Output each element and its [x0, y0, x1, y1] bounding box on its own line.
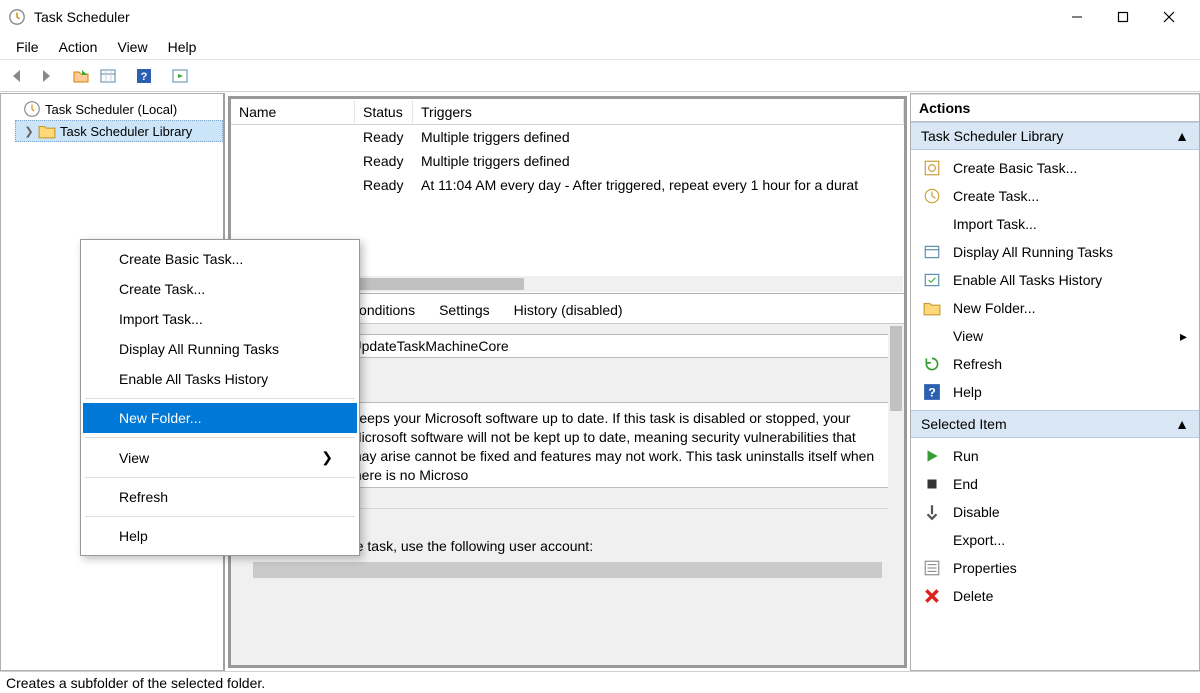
clock-icon — [23, 101, 41, 117]
tab-history[interactable]: History (disabled) — [503, 296, 634, 323]
tree-root[interactable]: Task Scheduler (Local) — [1, 98, 223, 120]
help-icon: ? — [923, 383, 941, 401]
create-task-icon — [923, 187, 941, 205]
display-running-icon — [923, 243, 941, 261]
folder-icon — [923, 299, 941, 317]
properties-icon — [923, 559, 941, 577]
actions-section-selected[interactable]: Selected Item ▲ — [911, 410, 1199, 438]
action-end[interactable]: End — [911, 470, 1199, 498]
enable-history-icon — [923, 271, 941, 289]
action-delete[interactable]: Delete — [911, 582, 1199, 610]
context-display-running[interactable]: Display All Running Tasks — [83, 334, 357, 364]
context-separator — [85, 516, 355, 517]
actions-pane-header: Actions — [911, 94, 1199, 122]
svg-text:?: ? — [141, 71, 148, 83]
context-view[interactable]: View❯ — [83, 442, 357, 473]
tree-library-label: Task Scheduler Library — [60, 124, 192, 139]
context-create-basic-task[interactable]: Create Basic Task... — [83, 244, 357, 274]
close-button[interactable] — [1146, 3, 1192, 31]
tree-library[interactable]: ❯ Task Scheduler Library — [15, 120, 223, 142]
blank-icon — [923, 327, 941, 345]
minimize-button[interactable] — [1054, 3, 1100, 31]
context-import-task[interactable]: Import Task... — [83, 304, 357, 334]
toolbar: ? — [0, 60, 1200, 92]
context-create-task[interactable]: Create Task... — [83, 274, 357, 304]
tree-root-label: Task Scheduler (Local) — [45, 102, 177, 117]
action-create-task[interactable]: Create Task... — [911, 182, 1199, 210]
context-enable-history[interactable]: Enable All Tasks History — [83, 364, 357, 394]
action-run[interactable]: Run — [911, 442, 1199, 470]
maximize-button[interactable] — [1100, 3, 1146, 31]
menu-view[interactable]: View — [107, 36, 157, 58]
action-create-basic-task[interactable]: Create Basic Task... — [911, 154, 1199, 182]
run-icon — [923, 447, 941, 465]
col-name[interactable]: Name — [231, 101, 355, 123]
task-list-header: Name Status Triggers — [231, 99, 904, 125]
task-row[interactable]: Ready Multiple triggers defined — [231, 149, 904, 173]
menu-action[interactable]: Action — [49, 36, 108, 58]
delete-icon — [923, 587, 941, 605]
nav-back-button[interactable] — [6, 64, 30, 88]
toolbar-help-button[interactable]: ? — [132, 64, 156, 88]
menu-file[interactable]: File — [6, 36, 49, 58]
task-row[interactable]: Ready Multiple triggers defined — [231, 125, 904, 149]
horizontal-scrollbar[interactable] — [253, 562, 882, 578]
actions-pane: Actions Task Scheduler Library ▲ Create … — [910, 93, 1200, 671]
action-refresh[interactable]: Refresh — [911, 350, 1199, 378]
tree-pane: Task Scheduler (Local) ❯ Task Scheduler … — [0, 93, 225, 671]
context-help[interactable]: Help — [83, 521, 357, 551]
action-import-task[interactable]: Import Task... — [911, 210, 1199, 238]
tab-settings[interactable]: Settings — [428, 296, 501, 323]
action-display-running[interactable]: Display All Running Tasks — [911, 238, 1199, 266]
action-enable-history[interactable]: Enable All Tasks History — [911, 266, 1199, 294]
action-help[interactable]: ?Help — [911, 378, 1199, 406]
col-triggers[interactable]: Triggers — [413, 101, 904, 123]
action-disable[interactable]: Disable — [911, 498, 1199, 526]
action-view[interactable]: View▸ — [911, 322, 1199, 350]
window-title: Task Scheduler — [34, 9, 130, 25]
status-text: Creates a subfolder of the selected fold… — [6, 675, 265, 691]
action-new-folder[interactable]: New Folder... — [911, 294, 1199, 322]
chevron-right-icon: ▸ — [1180, 328, 1187, 345]
disable-icon — [923, 503, 941, 521]
menu-help[interactable]: Help — [158, 36, 207, 58]
titlebar: Task Scheduler — [0, 0, 1200, 34]
nav-forward-button[interactable] — [33, 64, 57, 88]
blank-icon — [923, 215, 941, 233]
vertical-scrollbar[interactable] — [888, 324, 904, 665]
toolbar-calendar-button[interactable] — [96, 64, 120, 88]
description-value: Keeps your Microsoft software up to date… — [343, 402, 892, 488]
context-new-folder[interactable]: New Folder... — [83, 403, 357, 433]
chevron-right-icon[interactable]: ❯ — [22, 125, 36, 138]
collapse-icon: ▲ — [1175, 128, 1189, 144]
context-separator — [85, 398, 355, 399]
menubar: File Action View Help — [0, 34, 1200, 60]
action-properties[interactable]: Properties — [911, 554, 1199, 582]
task-row[interactable]: Ready At 11:04 AM every day - After trig… — [231, 173, 904, 197]
context-menu: Create Basic Task... Create Task... Impo… — [80, 239, 360, 556]
context-separator — [85, 477, 355, 478]
svg-text:?: ? — [928, 386, 936, 400]
toolbar-folder-button[interactable] — [69, 64, 93, 88]
action-export[interactable]: Export... — [911, 526, 1199, 554]
actions-section-library[interactable]: Task Scheduler Library ▲ — [911, 122, 1199, 150]
end-icon — [923, 475, 941, 493]
folder-icon — [38, 123, 56, 139]
context-refresh[interactable]: Refresh — [83, 482, 357, 512]
blank-icon — [923, 531, 941, 549]
create-basic-task-icon — [923, 159, 941, 177]
collapse-icon: ▲ — [1175, 416, 1189, 432]
chevron-right-icon: ❯ — [321, 449, 333, 466]
status-bar: Creates a subfolder of the selected fold… — [0, 671, 1200, 693]
col-status[interactable]: Status — [355, 101, 413, 123]
refresh-icon — [923, 355, 941, 373]
toolbar-runtask-button[interactable] — [168, 64, 192, 88]
app-icon — [8, 8, 26, 26]
context-separator — [85, 437, 355, 438]
